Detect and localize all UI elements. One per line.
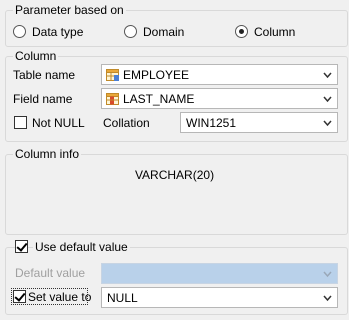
not-null-label[interactable]: Not NULL (32, 116, 85, 130)
table-name-value: EMPLOYEE (123, 68, 190, 82)
collation-combo[interactable]: WIN1251 (180, 112, 338, 133)
set-value-value: NULL (107, 291, 138, 305)
field-name-label: Field name (13, 92, 73, 106)
radio-domain-label[interactable]: Domain (143, 25, 184, 39)
field-name-value: LAST_NAME (123, 92, 195, 106)
use-default-checkbox[interactable] (15, 240, 28, 253)
radio-domain[interactable] (124, 25, 137, 38)
chevron-down-icon (323, 271, 332, 278)
chevron-down-icon[interactable] (322, 118, 333, 128)
radio-data-type[interactable] (13, 25, 26, 38)
default-value-combo[interactable] (101, 263, 338, 284)
use-default-label[interactable]: Use default value (33, 240, 130, 254)
chevron-down-icon[interactable] (322, 70, 333, 80)
table-name-combo[interactable]: EMPLOYEE (101, 64, 338, 85)
set-value-combo[interactable]: NULL (101, 287, 338, 308)
collation-label: Collation (103, 116, 150, 130)
table-name-label: Table name (13, 68, 76, 82)
column-info-group (5, 154, 348, 235)
radio-column[interactable] (235, 25, 248, 38)
field-name-combo[interactable]: LAST_NAME (101, 88, 338, 109)
collation-value: WIN1251 (186, 116, 237, 130)
not-null-checkbox[interactable] (14, 116, 27, 129)
chevron-down-icon[interactable] (322, 94, 333, 104)
radio-data-type-label[interactable]: Data type (32, 25, 83, 39)
parameter-based-on-title: Parameter based on (13, 3, 126, 17)
radio-column-label[interactable]: Column (254, 25, 295, 39)
field-icon (106, 93, 119, 105)
column-group-title: Column (13, 49, 59, 63)
set-value-label[interactable]: Set value to (28, 290, 91, 304)
default-value-label: Default value (15, 266, 86, 280)
column-type-text: VARCHAR(20) (134, 168, 215, 182)
table-icon (106, 69, 119, 81)
column-info-title: Column info (13, 147, 82, 161)
set-value-checkbox[interactable] (13, 290, 26, 303)
chevron-down-icon[interactable] (322, 293, 333, 303)
